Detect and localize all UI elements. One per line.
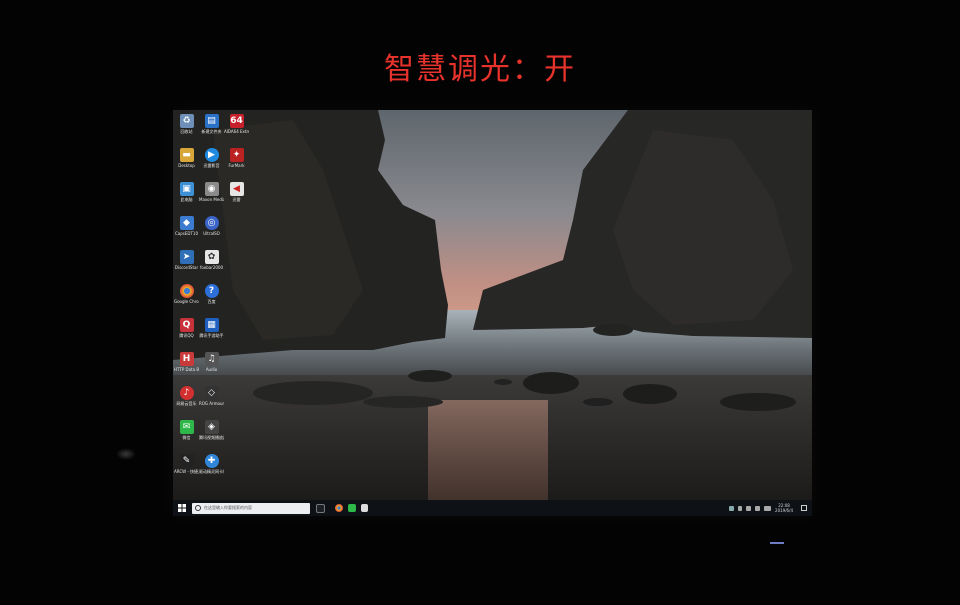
desktop-icon-app[interactable]: 64 AIDA64 Extreme <box>224 114 249 148</box>
app-icon: ◉ <box>204 182 219 196</box>
pen-icon[interactable] <box>729 505 735 511</box>
app-icon: ✚ <box>204 454 219 468</box>
system-tray: 22:08 2019/6/4 <box>729 500 812 516</box>
app-icon: 64 <box>229 114 244 128</box>
app-icon: ◈ <box>204 420 219 434</box>
app-icon: ✿ <box>204 250 219 264</box>
desktop-icon-app[interactable]: ◉ Maxon Media Player <box>199 182 224 216</box>
app-icon: ? <box>204 284 219 298</box>
app-icon: ◎ <box>204 216 219 230</box>
wechat-taskbar-icon[interactable] <box>348 504 356 512</box>
app-icon: ▶ <box>204 148 219 162</box>
desktop-icons: ♻ 回收站 ▬ Desktop ▣ 此电脑 ◆ CapsEDT10 ➤ Disc… <box>173 110 263 500</box>
desktop-icon-app[interactable]: ✦ FurMark <box>224 148 249 182</box>
chrome-icon <box>179 284 194 298</box>
app-icon: ◆ <box>179 216 194 230</box>
app-icon: ◇ <box>204 386 219 400</box>
desktop-icon-app[interactable]: ▦ 腾讯手游助手 <box>199 318 224 352</box>
desktop-icon-recycle-bin[interactable]: ♻ 回收站 <box>174 114 199 148</box>
taskbar-clock[interactable]: 22:08 2019/6/4 <box>775 503 793 513</box>
desktop-icon-app[interactable]: Q 腾讯QQ <box>174 318 199 352</box>
desktop-icon-app[interactable]: ◆ CapsEDT10 <box>174 216 199 250</box>
desktop-icon-app[interactable]: H HTTP Data Benchmark <box>174 352 199 386</box>
desktop-icon-app[interactable]: ♫ Audio <box>199 352 224 386</box>
app-icon: ✉ <box>179 420 194 434</box>
desktop-icon-app[interactable]: ➤ DiscordStar <box>174 250 199 284</box>
windows-icon <box>178 504 186 512</box>
desktop-icon-app[interactable]: ? 百度 <box>199 284 224 318</box>
notification-icon[interactable] <box>801 505 807 511</box>
desktop-icon-app[interactable]: ✉ 微信 <box>174 420 199 454</box>
smart-dimming-caption: 智慧调光：开 <box>384 52 576 87</box>
volume-icon[interactable] <box>755 505 761 511</box>
folder-icon: ▬ <box>179 148 194 162</box>
desktop-icon-app[interactable]: ▶ 迅雷影音 <box>199 148 224 182</box>
desktop-icon-app[interactable]: ✿ foobar2000 <box>199 250 224 284</box>
network-icon[interactable] <box>746 505 752 511</box>
desktop-wallpaper <box>173 110 812 500</box>
ambient-glow <box>116 448 136 460</box>
desktop-icon-app[interactable]: ◀ 迅雷 <box>224 182 249 216</box>
reflection-glint <box>770 542 784 544</box>
app-icon: ➤ <box>179 250 194 264</box>
desktop-icon-app[interactable]: ✎ ARCW - 快捷方式 <box>174 454 199 488</box>
desktop-icon-folder[interactable]: ▤ 新建文件夹 <box>199 114 224 148</box>
app-icon: ▦ <box>204 318 219 332</box>
app-icon: ◀ <box>229 182 244 196</box>
recycle-bin-icon: ♻ <box>179 114 194 128</box>
app-icon: ♫ <box>204 352 219 366</box>
search-placeholder: 在这里输入你要搜索的内容 <box>204 505 252 510</box>
search-icon <box>195 505 201 511</box>
taskbar: 在这里输入你要搜索的内容 22:08 2019/6/4 <box>173 500 812 516</box>
start-button[interactable] <box>176 502 188 514</box>
desktop-icon-folder[interactable]: ▬ Desktop <box>174 148 199 182</box>
app-taskbar-icon[interactable] <box>361 504 368 512</box>
app-icon: ✦ <box>229 148 244 162</box>
desktop-icon-app[interactable]: ◇ ROG Armoury <box>199 386 224 420</box>
monitor-screen: ♻ 回收站 ▬ Desktop ▣ 此电脑 ◆ CapsEDT10 ➤ Disc… <box>173 110 812 516</box>
app-icon: H <box>179 352 194 366</box>
desktop-icon-app[interactable]: ♪ 网易云音乐 <box>174 386 199 420</box>
input-method-icon[interactable] <box>764 505 772 511</box>
desktop-icon-app[interactable]: ✚ 驱动精灵网卡版 <box>199 454 224 488</box>
app-icon: Q <box>179 318 194 332</box>
app-icon: ♪ <box>179 386 194 400</box>
desktop-icon-app[interactable]: ◎ UltraISO <box>199 216 224 250</box>
chrome-taskbar-icon[interactable] <box>335 504 343 512</box>
desktop-icon-app[interactable]: ◈ 腾讯视频播放器 <box>199 420 224 454</box>
folder-icon: ▤ <box>204 114 219 128</box>
chevron-up-icon[interactable] <box>738 505 743 511</box>
desktop-icon-chrome[interactable]: Google Chrome <box>174 284 199 318</box>
desktop-icon-this-pc[interactable]: ▣ 此电脑 <box>174 182 199 216</box>
taskbar-search-box[interactable]: 在这里输入你要搜索的内容 <box>192 502 310 514</box>
task-view-icon[interactable] <box>316 503 325 513</box>
computer-icon: ▣ <box>179 182 194 196</box>
app-icon: ✎ <box>179 454 194 468</box>
